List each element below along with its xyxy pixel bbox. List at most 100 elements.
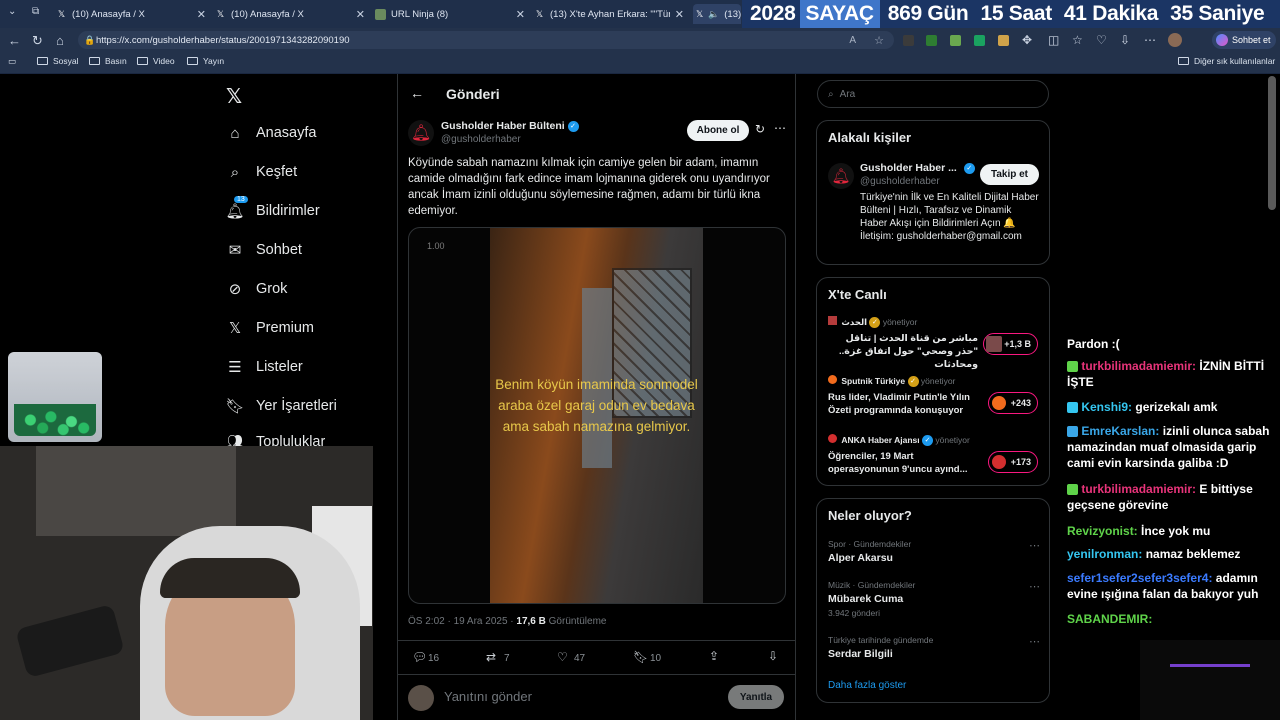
chat-text: Pardon :(: [1067, 337, 1120, 351]
live-item-text[interactable]: مباشر من قناة الحدث | تناقل "حذر وصحي" ح…: [828, 332, 978, 371]
search-input[interactable]: ⌕ Ara: [817, 80, 1049, 108]
home-icon[interactable]: ⌂: [56, 33, 64, 48]
related-avatar[interactable]: 🔔︎: [828, 163, 854, 189]
trend-context: Türkiye tarihinde gündemde: [828, 635, 934, 645]
bookmark-folder[interactable]: Basın: [89, 56, 127, 66]
profile-avatar[interactable]: [1168, 33, 1182, 47]
video-player[interactable]: 1.00 Benim köyün imaminda sonmodel araba…: [408, 227, 786, 604]
live-listeners-badge[interactable]: +173: [988, 451, 1038, 473]
reload-icon[interactable]: ↻: [32, 33, 43, 49]
browser-tab[interactable]: URL Ninja (8) ✕: [375, 4, 525, 24]
download-icon[interactable]: ⇩: [1120, 33, 1130, 47]
back-icon[interactable]: ←: [8, 33, 21, 48]
extension-icon[interactable]: [974, 35, 985, 46]
nav-item-notifications[interactable]: 🔔︎ 13 Bildirimler: [225, 196, 320, 220]
nav-item-lists[interactable]: ☰ Listeler: [226, 358, 302, 376]
bookmark-icon[interactable]: 🔖︎: [633, 650, 648, 664]
live-item-text[interactable]: Rus lider, Vladimir Putin'le Yılın Özeti…: [828, 391, 978, 417]
countdown-counter: 2028 SAYAÇ 869 Gün 15 Saat 41 Dakika 35 …: [742, 0, 1280, 28]
back-arrow-icon[interactable]: ←: [410, 85, 424, 101]
search-icon: ⌕: [828, 88, 834, 100]
chat-message: turkbilimadamiemir: E bittiyse geçsene g…: [1067, 481, 1279, 513]
author-name-row[interactable]: Gusholder Haber Bülteni ✓: [441, 120, 579, 132]
other-bookmarks-folder[interactable]: Diğer sık kullanılanlar: [1178, 56, 1275, 66]
split-screen-icon[interactable]: ◫: [1048, 33, 1059, 47]
user-badge-icon: [1067, 361, 1078, 373]
x-logo-icon[interactable]: 𝕏: [226, 84, 242, 109]
extension-icon[interactable]: [950, 35, 961, 46]
star-icon[interactable]: ☆: [874, 34, 884, 47]
counter-hours: 15 Saat: [980, 2, 1052, 25]
workspaces-icon[interactable]: ⧉: [32, 6, 39, 17]
chat-text: gerizekalı amk: [1135, 400, 1218, 414]
like-icon[interactable]: ♡: [557, 650, 568, 664]
more-icon[interactable]: ⋯: [1144, 33, 1156, 47]
bookmark-folder[interactable]: Video: [137, 56, 175, 66]
trend-more-icon[interactable]: ⋯: [1029, 580, 1040, 593]
bookmark-folder[interactable]: Sosyal: [37, 56, 79, 66]
trend-posts: 3.942 gönderi: [828, 608, 880, 618]
repost-icon[interactable]: ⇄: [486, 650, 496, 664]
download-icon[interactable]: ⇩: [768, 649, 778, 663]
nav-item-grok[interactable]: ⊘ Grok: [226, 280, 288, 298]
reply-button[interactable]: Yanıtla: [728, 685, 784, 709]
follow-button[interactable]: Takip et: [980, 164, 1039, 185]
browser-tab[interactable]: 𝕏 (10) Anasayfa / X ✕: [215, 4, 365, 24]
trend-item[interactable]: Türkiye tarihinde gündemde Serdar Bilgil…: [828, 635, 1040, 660]
address-url: https://x.com/gusholderhaber/status/2001…: [96, 34, 350, 46]
browser-tab-active[interactable]: 𝕏 🔈 (13): [693, 4, 741, 24]
reply-icon[interactable]: 💬︎: [412, 650, 427, 664]
favorites-icon[interactable]: ☆: [1072, 33, 1083, 47]
subscribe-button[interactable]: Abone ol: [687, 120, 749, 141]
live-listeners-badge[interactable]: +243: [988, 392, 1038, 414]
bookmark-folder[interactable]: Yayın: [187, 56, 224, 66]
list-icon: ☰: [228, 359, 242, 376]
related-name-row[interactable]: Gusholder Haber ... ✓: [860, 162, 975, 174]
live-item-text[interactable]: Öğrenciler, 19 Mart operasyonunun 9'uncu…: [828, 450, 978, 476]
browser-tab[interactable]: 𝕏 (13) X'te Ayhan Erkara: ""Türk basın ✕: [534, 4, 684, 24]
trend-item[interactable]: Müzik · Gündemdekiler Mübarek Cuma 3.942…: [828, 580, 1040, 618]
reply-input[interactable]: Yanıtını gönder: [444, 689, 532, 704]
page-scrollbar[interactable]: [1268, 76, 1276, 210]
nav-item-explore[interactable]: ⌕ Keşfet: [226, 163, 297, 181]
close-tab-icon[interactable]: ✕: [197, 8, 206, 21]
nav-item-chat[interactable]: ✉ Sohbet: [226, 241, 302, 259]
tab-actions-icon[interactable]: ⌄: [8, 6, 16, 17]
extension-icon[interactable]: [903, 35, 914, 46]
nav-label: Premium: [256, 320, 315, 336]
show-more-link[interactable]: Daha fazla göster: [828, 680, 906, 691]
grok-action-icon[interactable]: ↻: [755, 122, 765, 136]
more-options-icon[interactable]: ⋯: [774, 121, 786, 135]
author-avatar[interactable]: 🔔︎: [408, 120, 434, 146]
live-listeners-badge[interactable]: +1,3 B: [983, 333, 1038, 355]
bookmark-label: Diğer sık kullanılanlar: [1194, 56, 1276, 66]
chat-message: SABANDEMIR:: [1067, 611, 1152, 627]
url-ninja-icon: [375, 8, 386, 20]
nav-item-bookmarks[interactable]: 🔖︎ Yer İşaretleri: [225, 397, 336, 415]
close-tab-icon[interactable]: ✕: [675, 8, 684, 21]
bookmark-manager-icon[interactable]: ▭: [8, 56, 16, 67]
close-tab-icon[interactable]: ✕: [356, 8, 365, 21]
address-bar[interactable]: 🔒 https://x.com/gusholderhaber/status/20…: [78, 31, 894, 49]
trend-name: Serdar Bilgili: [828, 648, 893, 660]
share-icon[interactable]: ⇪: [709, 649, 719, 663]
post-time: ÖS 2:02 · 19 Ara 2025: [408, 616, 508, 627]
close-tab-icon[interactable]: ✕: [516, 8, 525, 21]
extension-icon[interactable]: [998, 35, 1009, 46]
trend-more-icon[interactable]: ⋯: [1029, 539, 1040, 552]
trend-item[interactable]: Spor · Gündemdekiler Alper Akarsu ⋯: [828, 539, 1040, 564]
trend-more-icon[interactable]: ⋯: [1029, 635, 1040, 648]
source-role: yönetiyor: [935, 435, 970, 445]
extension-icon[interactable]: [926, 35, 937, 46]
nav-item-premium[interactable]: 𝕏 Premium: [226, 319, 314, 337]
copilot-chat-button[interactable]: Sohbet et: [1212, 31, 1276, 49]
browser-tab[interactable]: 𝕏 (10) Anasayfa / X ✕: [56, 4, 206, 24]
lock-icon: 🔒: [84, 34, 96, 45]
author-handle[interactable]: @gusholderhaber: [441, 134, 521, 145]
tab-title: (13) X'te Ayhan Erkara: ""Türk basın: [550, 8, 670, 20]
collections-icon[interactable]: ♡: [1096, 33, 1107, 47]
speaker-icon[interactable]: 🔈: [708, 9, 719, 20]
read-aloud-icon[interactable]: A: [849, 35, 856, 46]
extensions-puzzle-icon[interactable]: ✥: [1022, 33, 1032, 47]
nav-item-home[interactable]: ⌂ Anasayfa: [226, 124, 316, 142]
